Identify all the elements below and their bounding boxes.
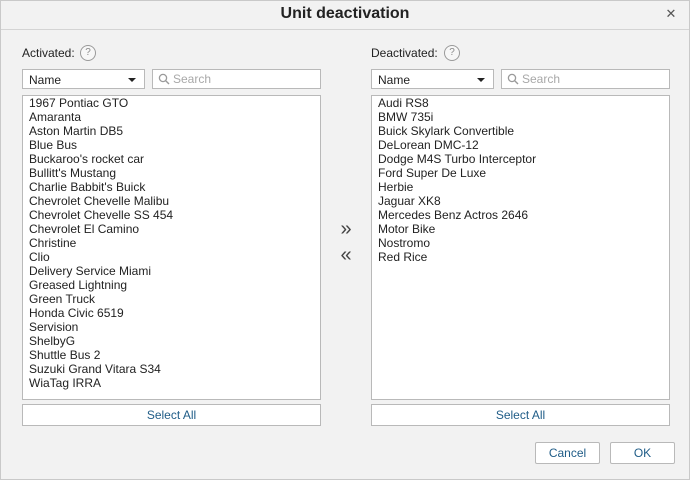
list-item[interactable]: Chevrolet El Camino: [23, 222, 320, 236]
close-icon[interactable]: ✕: [664, 7, 678, 21]
move-to-deactivated-button[interactable]: »: [337, 219, 355, 239]
search-icon: [158, 73, 170, 85]
deactivated-sort-select[interactable]: Name: [371, 69, 494, 89]
list-item[interactable]: Motor Bike: [372, 222, 669, 236]
list-item[interactable]: Delivery Service Miami: [23, 264, 320, 278]
unit-deactivation-dialog: Unit deactivation ✕ Activated: ? Name 19…: [0, 0, 690, 480]
chevron-down-icon: [128, 78, 136, 82]
list-item[interactable]: Buick Skylark Convertible: [372, 124, 669, 138]
list-item[interactable]: Herbie: [372, 180, 669, 194]
move-to-activated-button[interactable]: «: [337, 245, 355, 265]
list-item[interactable]: Bullitt's Mustang: [23, 166, 320, 180]
list-item[interactable]: 1967 Pontiac GTO: [23, 96, 320, 110]
list-item[interactable]: Chevrolet Chevelle SS 454: [23, 208, 320, 222]
list-item[interactable]: Aston Martin DB5: [23, 124, 320, 138]
deactivated-list-items: Audi RS8 BMW 735i Buick Skylark Convertibl…: [372, 96, 669, 264]
chevron-down-icon: [477, 78, 485, 82]
list-item[interactable]: Charlie Babbit's Buick: [23, 180, 320, 194]
list-item[interactable]: Shuttle Bus 2: [23, 348, 320, 362]
deactivated-list[interactable]: Audi RS8 BMW 735i Buick Skylark Convertibl…: [371, 95, 670, 400]
list-item[interactable]: Ford Super De Luxe: [372, 166, 669, 180]
list-item[interactable]: Clio: [23, 250, 320, 264]
list-item[interactable]: Green Truck: [23, 292, 320, 306]
list-item[interactable]: ShelbyG: [23, 334, 320, 348]
list-item[interactable]: Servision: [23, 320, 320, 334]
deactivated-search-input[interactable]: [522, 71, 662, 87]
deactivated-sort-value: Name: [378, 73, 411, 87]
list-item[interactable]: WiaTag IRRA: [23, 376, 320, 390]
activated-sort-select[interactable]: Name: [22, 69, 145, 89]
title-divider: [1, 29, 689, 30]
list-item[interactable]: Suzuki Grand Vitara S34: [23, 362, 320, 376]
list-item[interactable]: Blue Bus: [23, 138, 320, 152]
search-icon: [507, 73, 519, 85]
activated-select-all-button[interactable]: Select All: [22, 404, 321, 426]
list-item[interactable]: Audi RS8: [372, 96, 669, 110]
activated-help-icon[interactable]: ?: [80, 45, 96, 61]
deactivated-label: Deactivated:: [371, 46, 438, 60]
list-item[interactable]: Honda Civic 6519: [23, 306, 320, 320]
activated-list-items: 1967 Pontiac GTO Amaranta Aston Martin DB5…: [23, 96, 320, 390]
list-item[interactable]: Red Rice: [372, 250, 669, 264]
list-item[interactable]: Jaguar XK8: [372, 194, 669, 208]
list-item[interactable]: Mercedes Benz Actros 2646: [372, 208, 669, 222]
activated-sort-value: Name: [29, 73, 62, 87]
deactivated-search-box[interactable]: [501, 69, 670, 89]
list-item[interactable]: Chevrolet Chevelle Malibu: [23, 194, 320, 208]
cancel-button[interactable]: Cancel: [535, 442, 600, 464]
list-item[interactable]: Greased Lightning: [23, 278, 320, 292]
activated-search-box[interactable]: [152, 69, 321, 89]
dialog-title: Unit deactivation: [280, 5, 410, 22]
list-item[interactable]: Christine: [23, 236, 320, 250]
list-item[interactable]: Amaranta: [23, 110, 320, 124]
list-item[interactable]: Nostromo: [372, 236, 669, 250]
activated-search-input[interactable]: [173, 71, 313, 87]
deactivated-help-icon[interactable]: ?: [444, 45, 460, 61]
ok-button[interactable]: OK: [610, 442, 675, 464]
deactivated-select-all-button[interactable]: Select All: [371, 404, 670, 426]
list-item[interactable]: DeLorean DMC-12: [372, 138, 669, 152]
activated-label: Activated:: [22, 46, 75, 60]
list-item[interactable]: Buckaroo's rocket car: [23, 152, 320, 166]
list-item[interactable]: Dodge M4S Turbo Interceptor: [372, 152, 669, 166]
activated-list[interactable]: 1967 Pontiac GTO Amaranta Aston Martin DB5…: [22, 95, 321, 400]
dialog-titlebar: Unit deactivation ✕: [1, 1, 689, 29]
list-item[interactable]: BMW 735i: [372, 110, 669, 124]
